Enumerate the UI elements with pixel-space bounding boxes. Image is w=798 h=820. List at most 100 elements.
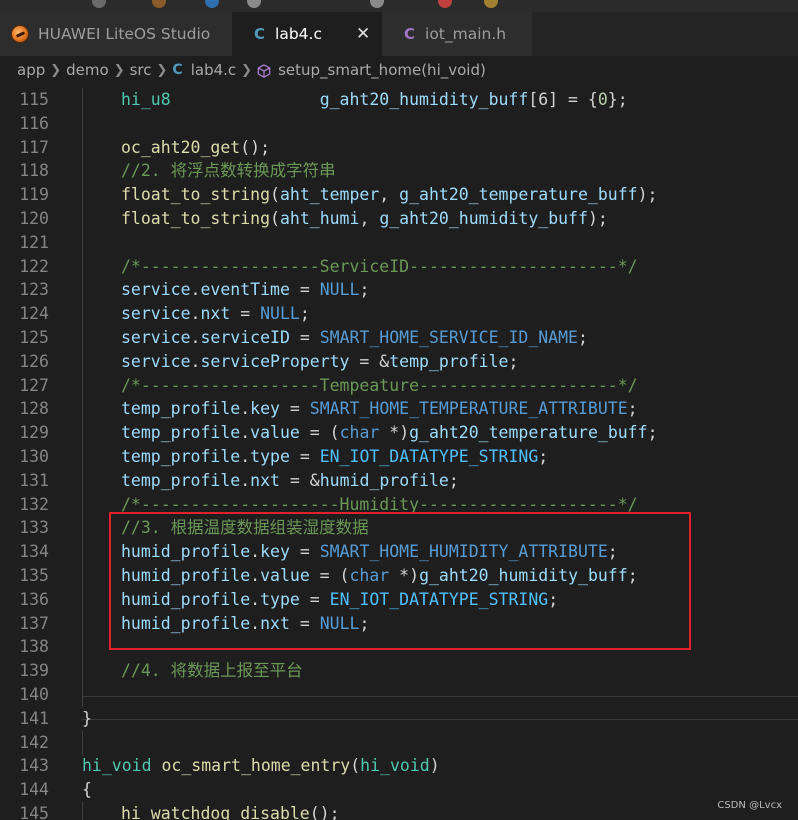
code-editor[interactable]: 115 hi_u8 g_aht20_humidity_buff[6] = {0};… [0, 84, 798, 820]
code-line[interactable]: 128 temp_profile.key = SMART_HOME_TEMPERA… [0, 397, 798, 422]
tab-label: lab4.c [275, 25, 322, 43]
code-token: ; [607, 542, 618, 562]
code-line[interactable]: 115 hi_u8 g_aht20_humidity_buff[6] = {0}; [0, 88, 798, 112]
code-line[interactable]: 121 [0, 230, 798, 255]
code-line[interactable]: 129 temp_profile.value = (char *)g_aht20_… [0, 421, 798, 446]
code-line[interactable]: 124 service.nxt = NULL; [0, 302, 798, 327]
line-number: 135 [19, 566, 49, 585]
code-token: }; [607, 90, 628, 109]
code-line[interactable]: 142 [0, 730, 798, 755]
code-line[interactable]: 126 service.serviceProperty = &temp_profi… [0, 349, 798, 374]
code-token: value [260, 566, 310, 585]
code-token: g_aht20_temperature_buff [399, 185, 638, 205]
indent-guide [82, 445, 83, 469]
code-text: hi_void oc_smart_home_entry(hi_void) [82, 754, 440, 778]
indent-guide [82, 802, 83, 820]
line-number: 118 [19, 161, 49, 181]
breadcrumb: app ❯ demo ❯ src ❯ C lab4.c ❯ setup_smar… [0, 56, 798, 84]
code-token: ; [538, 447, 549, 466]
code-line[interactable]: 118 //2. 将浮点数转换成字符串 [0, 159, 798, 184]
breadcrumb-item-app[interactable]: app [17, 61, 45, 79]
c-file-icon: C [172, 62, 183, 78]
breadcrumb-item-src[interactable]: src [130, 61, 152, 79]
code-line[interactable]: 117 oc_aht20_get(); [0, 135, 798, 160]
ide-window: HUAWEI LiteOS Studio C lab4.c ✕ C iot_ma… [0, 0, 798, 820]
line-number: 132 [19, 494, 49, 514]
chevron-right-icon: ❯ [241, 62, 253, 78]
code-token: hi_void [360, 756, 430, 776]
tab-lab4-c[interactable]: C lab4.c ✕ [232, 12, 382, 56]
code-token: { [82, 780, 92, 800]
code-line[interactable]: 131 temp_profile.nxt = &humid_profile; [0, 468, 798, 493]
code-token: ; [508, 351, 519, 371]
tab-label: HUAWEI LiteOS Studio [38, 25, 211, 43]
breadcrumb-item-function[interactable]: setup_smart_home(hi_void) [278, 61, 486, 79]
code-line[interactable]: 144 { [0, 778, 798, 802]
code-line[interactable]: 120 float_to_string(aht_humi, g_aht20_hum… [0, 207, 798, 231]
code-line[interactable]: 139 //4. 将数据上报至平台 [0, 659, 798, 684]
code-line[interactable]: 130 temp_profile.type = EN_IOT_DATATYPE_S… [0, 445, 798, 469]
code-token: oc_smart_home_entry [161, 756, 351, 776]
code-line[interactable]: 143 hi_void oc_smart_home_entry(hi_void) [0, 754, 798, 778]
code-token: oc_aht20_get [121, 137, 241, 157]
code-token: humid_profile [121, 542, 251, 562]
code-line[interactable]: 122 /*------------------ServiceID--------… [0, 254, 798, 279]
code-text: service.eventTime = NULL; [121, 278, 369, 302]
code-line[interactable]: 135 humid_profile.value = (char *)g_aht20… [0, 564, 798, 588]
code-line[interactable]: 116 [0, 111, 798, 136]
breadcrumb-item-file[interactable]: lab4.c [191, 61, 236, 79]
line-number: 139 [19, 661, 49, 681]
code-token: EN_IOT_DATATYPE_STRING [329, 589, 549, 609]
code-line[interactable]: 140 [0, 683, 798, 707]
code-line[interactable]: 141} [0, 707, 798, 731]
code-text: { [82, 778, 92, 802]
code-token: ( [270, 209, 280, 228]
code-line[interactable]: 136 humid_profile.type = EN_IOT_DATATYPE_… [0, 587, 798, 612]
code-token: char [339, 423, 380, 443]
code-line[interactable]: 133 //3. 根据温度数据组装湿度数据 [0, 516, 798, 541]
code-token: . [250, 566, 261, 585]
code-text: service.serviceProperty = &temp_profile; [121, 350, 518, 374]
indent-guide [82, 540, 83, 565]
breadcrumb-item-demo[interactable]: demo [66, 61, 109, 79]
code-text: temp_profile.key = SMART_HOME_TEMPERATUR… [121, 397, 638, 421]
code-token: ( [270, 185, 280, 205]
tab-liteos-studio[interactable]: HUAWEI LiteOS Studio [0, 12, 232, 56]
code-token: [6] = { [528, 90, 598, 109]
code-line[interactable]: 138 [0, 635, 798, 660]
code-token: . [240, 470, 251, 490]
code-token: temp_profile [121, 399, 241, 419]
code-text: humid_profile.type = EN_IOT_DATATYPE_STR… [121, 588, 558, 612]
code-token: . [240, 399, 251, 419]
c-file-icon: C [254, 25, 266, 43]
code-line[interactable]: 145 hi_watchdog_disable(); [0, 802, 798, 820]
indent-guide [82, 230, 83, 255]
method-cube-icon [257, 64, 271, 78]
code-line[interactable]: 132 /*--------------------Humidity-------… [0, 492, 798, 517]
code-text: //3. 根据温度数据组装湿度数据 [121, 516, 369, 540]
line-number: 144 [19, 780, 49, 800]
indent-guide [82, 421, 83, 446]
line-number: 136 [19, 589, 49, 609]
code-line[interactable]: 137 humid_profile.nxt = NULL; [0, 611, 798, 636]
indent-guide [82, 492, 83, 517]
code-line[interactable]: 134 humid_profile.key = SMART_HOME_HUMIDI… [0, 540, 798, 565]
line-number: 122 [19, 256, 49, 276]
code-token: temp_profile [121, 423, 241, 443]
editor-tab-bar: HUAWEI LiteOS Studio C lab4.c ✕ C iot_ma… [0, 12, 798, 56]
line-number: 115 [19, 90, 49, 109]
code-token: EN_IOT_DATATYPE_STRING [319, 447, 539, 466]
code-token: serviceID [200, 328, 290, 347]
code-line[interactable]: 127 /*------------------Tempeature-------… [0, 373, 798, 398]
code-token: type [250, 447, 290, 466]
line-number: 138 [19, 637, 49, 657]
close-icon[interactable]: ✕ [356, 25, 370, 43]
code-line[interactable]: 119 float_to_string(aht_temper, g_aht20_t… [0, 183, 798, 208]
indent-guide [82, 159, 83, 184]
code-line[interactable]: 125 service.serviceID = SMART_HOME_SERVIC… [0, 326, 798, 350]
tab-label: iot_main.h [425, 25, 507, 43]
code-line[interactable]: 123 service.eventTime = NULL; [0, 278, 798, 303]
code-token: temp_profile [389, 351, 509, 371]
tab-iot-main-h[interactable]: C iot_main.h [382, 12, 532, 56]
